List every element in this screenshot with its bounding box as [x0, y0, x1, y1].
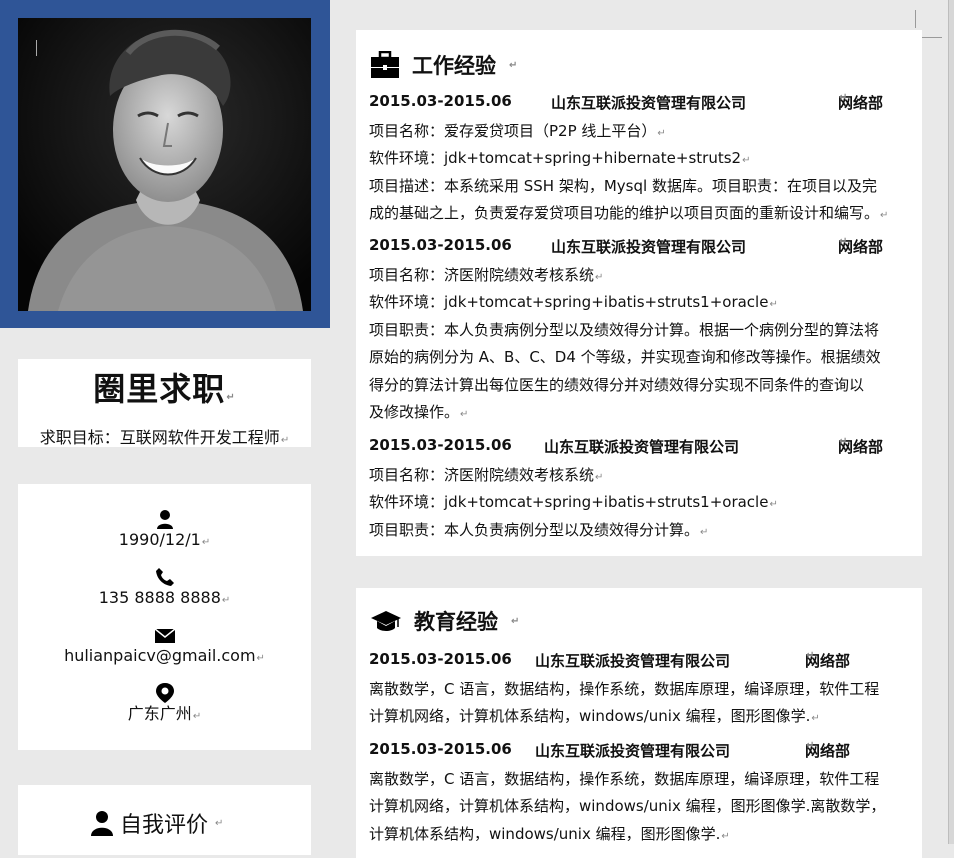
job-target: 求职目标：互联网软件开发工程师↵ [39, 428, 290, 447]
contact-location: 广东广州↵ [18, 682, 311, 727]
location-pin-icon [155, 683, 174, 703]
phone-icon [155, 568, 174, 586]
education-entry-line: 离散数学，C 语言，数据结构，操作系统，数据库原理，编译原理，软件工程 [369, 680, 880, 698]
education-entry-line: 计算机网络，计算机体系结构，windows/unix 编程，图形图像学.离散数学… [369, 797, 886, 815]
contact-panel: 1990/12/1↵ 135 8888 8888↵ hulianpaicv@gm… [18, 484, 311, 750]
photo-frame [0, 0, 330, 328]
education-entry-header: 2015.03-2015.06 山东互联派投资管理有限公司 网络部 ↵ [369, 650, 851, 670]
resume-name: 圈里求职↵ [93, 370, 236, 408]
education-entry-line: 计算机网络，计算机体系结构，windows/unix 编程，图形图像学.↵ [369, 707, 820, 725]
education-entry-line: 离散数学，C 语言，数据结构，操作系统，数据库原理，编译原理，软件工程 [369, 770, 880, 788]
work-experience-section: 工作经验 ↵ 2015.03-2015.06 山东互联派投资管理有限公司 网络部 ↵… [356, 30, 922, 556]
work-entry-line: 原始的病例分为 A、B、C、D4 个等级，并实现查询和修改等操作。根据绩效 [369, 348, 881, 366]
self-eval-title: 自我评价 ↵ [90, 807, 223, 839]
user-icon [91, 811, 113, 836]
name-panel: 圈里求职↵ 求职目标：互联网软件开发工程师↵ [18, 359, 311, 447]
work-entry-line: 项目名称：济医附院绩效考核系统↵ [369, 266, 604, 284]
work-entry-line: 及修改操作。↵ [369, 403, 469, 421]
work-entry-line: 成的基础之上，负责爱存爱贷项目功能的维护以项目页面的重新设计和编写。↵ [369, 204, 889, 222]
crop-mark [915, 10, 916, 28]
text-cursor [36, 40, 37, 56]
crop-mark [920, 37, 942, 38]
graduation-cap-icon [371, 611, 401, 631]
work-entry-header: 2015.03-2015.06 山东互联派投资管理有限公司 网络部 ↵ [369, 436, 884, 456]
work-entry-line: 软件环境：jdk+tomcat+spring+ibatis+struts1+or… [369, 293, 778, 311]
education-section: 教育经验 ↵ 2015.03-2015.06 山东互联派投资管理有限公司 网络部 ↵… [356, 588, 922, 858]
contact-phone: 135 8888 8888↵ [18, 566, 311, 611]
work-entry-line: 项目职责：本人负责病例分型以及绩效得分计算。根据一个病例分型的算法将 [369, 321, 880, 339]
work-entry-line: 软件环境：jdk+tomcat+spring+ibatis+struts1+or… [369, 493, 778, 511]
education-section-title: 教育经验 ↵ [370, 606, 519, 636]
work-entry-line: 项目名称：爱存爱贷项目（P2P 线上平台）↵ [369, 122, 666, 140]
education-entry-line: 计算机体系结构，windows/unix 编程，图形图像学.↵ [369, 825, 730, 843]
work-entry-header: 2015.03-2015.06 山东互联派投资管理有限公司 网络部 ↵ [369, 236, 884, 256]
work-section-title: 工作经验 ↵ [370, 50, 517, 80]
work-entry-header: 2015.03-2015.06 山东互联派投资管理有限公司 网络部 ↵ [369, 92, 884, 112]
page-edge [948, 0, 954, 844]
work-entry-line: 项目名称：济医附院绩效考核系统↵ [369, 466, 604, 484]
work-entry-line: 软件环境：jdk+tomcat+spring+hibernate+struts2… [369, 149, 751, 167]
profile-photo[interactable] [18, 18, 311, 311]
work-entry-line: 项目职责：本人负责病例分型以及绩效得分计算。↵ [369, 521, 709, 539]
work-entry-line: 得分的算法计算出每位医生的绩效得分并对绩效得分实现不同条件的查询以 [369, 376, 865, 394]
self-eval-panel: 自我评价 ↵ [18, 785, 311, 855]
user-icon [156, 510, 173, 529]
envelope-icon [154, 628, 175, 643]
contact-email: hulianpaicv@gmail.com↵ [18, 624, 311, 669]
education-entry-header: 2015.03-2015.06 山东互联派投资管理有限公司 网络部 ↵ [369, 740, 851, 760]
work-entry-line: 项目描述：本系统采用 SSH 架构，Mysql 数据库。项目职责：在项目以及完 [369, 177, 877, 195]
contact-birthday: 1990/12/1↵ [18, 508, 311, 553]
briefcase-icon [371, 51, 399, 78]
